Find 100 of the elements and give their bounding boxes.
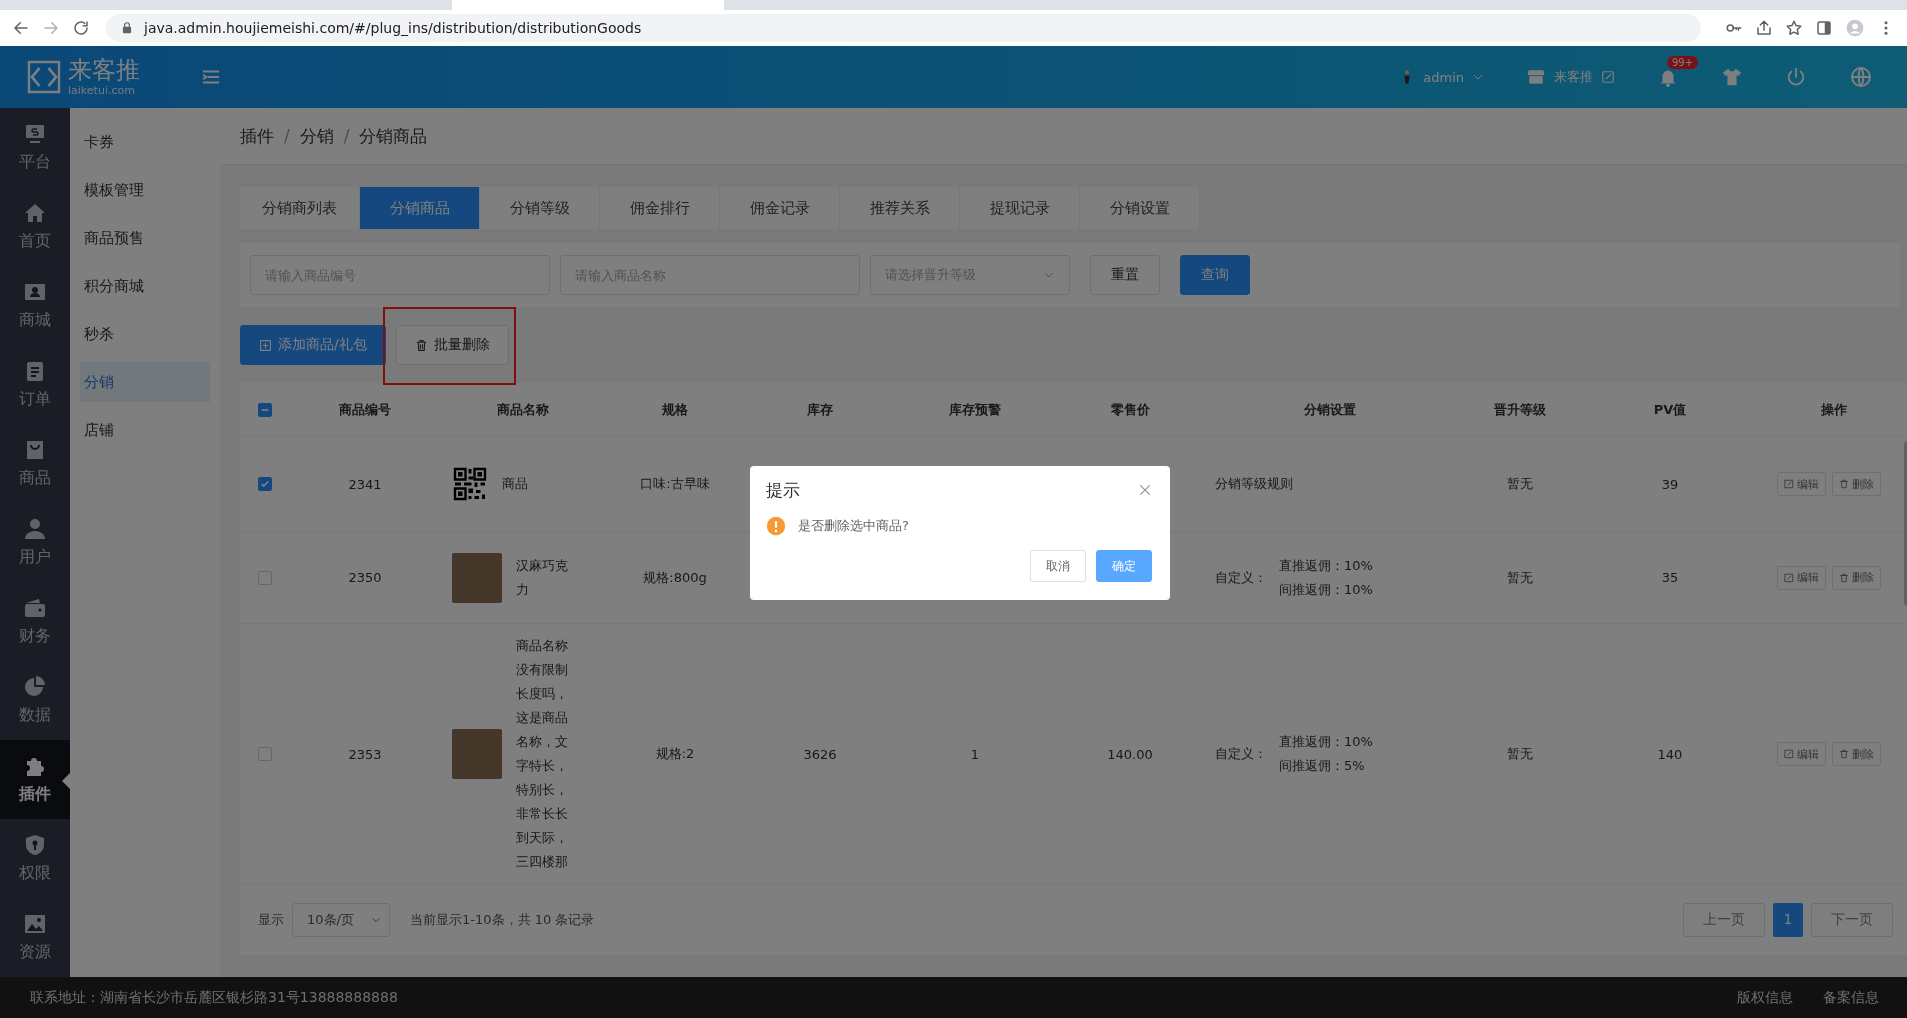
column-header: 分销设置 bbox=[1304, 400, 1356, 419]
table-cell: 2350 bbox=[348, 570, 382, 585]
table-cell: 规格:800g bbox=[643, 568, 707, 587]
column-header: 操作 bbox=[1821, 400, 1847, 419]
record-summary: 当前显示1-10条，共 10 条记录 bbox=[410, 910, 595, 929]
cancel-button[interactable]: 取消 bbox=[1030, 550, 1086, 582]
nav-item[interactable]: 商品 bbox=[0, 424, 70, 503]
table-cell: 3626 bbox=[803, 746, 837, 762]
star-icon[interactable] bbox=[1785, 19, 1803, 37]
close-icon[interactable] bbox=[1138, 483, 1152, 497]
back-icon[interactable] bbox=[12, 19, 30, 37]
nav-item[interactable]: 用户 bbox=[0, 503, 70, 582]
table-cell-text: 间推返佣：5% bbox=[1279, 757, 1366, 775]
globe-icon[interactable] bbox=[1849, 65, 1873, 89]
trash-icon bbox=[1839, 749, 1849, 759]
table-cell: 自定义： bbox=[1215, 745, 1267, 763]
table-cell: 口味:古早味 bbox=[640, 475, 710, 493]
checkbox[interactable] bbox=[258, 477, 272, 491]
lock-icon bbox=[120, 21, 134, 35]
wallet-icon bbox=[23, 596, 47, 620]
breadcrumb-item[interactable]: 插件 bbox=[240, 124, 274, 148]
checkbox[interactable] bbox=[258, 402, 272, 417]
delete-button[interactable]: 删除 bbox=[1832, 565, 1881, 590]
profile-icon[interactable] bbox=[1845, 18, 1865, 38]
reload-icon[interactable] bbox=[72, 19, 90, 37]
submenu-item[interactable]: 分销 bbox=[80, 362, 210, 402]
tab[interactable]: 推荐关系 bbox=[840, 187, 960, 229]
user-icon bbox=[23, 517, 47, 541]
table-cell: 35 bbox=[1661, 570, 1679, 585]
product-name: 商品名称没有限制长度吗，这是商品名称，文字特长，特别长，非常长长到天际，三四楼那 bbox=[516, 637, 569, 871]
column-header: 零售价 bbox=[1110, 400, 1150, 419]
edit-icon[interactable] bbox=[1601, 70, 1615, 84]
column-header: 规格 bbox=[662, 400, 688, 419]
confirm-button[interactable]: 确定 bbox=[1096, 550, 1152, 582]
home-icon bbox=[23, 201, 47, 225]
nav-item[interactable]: 商城 bbox=[0, 266, 70, 345]
breadcrumb-item[interactable]: 分销 bbox=[299, 124, 334, 148]
edit-button[interactable]: 编辑 bbox=[1777, 742, 1826, 766]
submenu-item[interactable]: 卡券 bbox=[80, 122, 210, 162]
table-cell: 规格:2 bbox=[655, 745, 695, 763]
footer-link[interactable]: 备案信息 bbox=[1823, 988, 1879, 1007]
nav-item[interactable]: 订单 bbox=[0, 345, 70, 424]
nav-item[interactable]: 平台 bbox=[0, 108, 70, 187]
submenu-item[interactable]: 店铺 bbox=[80, 410, 210, 450]
logo-icon bbox=[26, 59, 62, 95]
product-photo bbox=[452, 729, 502, 779]
tab[interactable]: 分销设置 bbox=[1080, 187, 1200, 229]
table-cell: 140.00 bbox=[1107, 746, 1153, 762]
checkbox[interactable] bbox=[258, 570, 272, 585]
table-cell: 自定义： bbox=[1215, 568, 1267, 587]
store-name[interactable]: 来客推 bbox=[1554, 68, 1593, 86]
tab[interactable]: 分销商品 bbox=[360, 187, 480, 229]
delete-button[interactable]: 删除 bbox=[1832, 742, 1881, 766]
address-bar[interactable]: java.admin.houjiemeishi.com/#/plug_ins/distribution/distributionGoods bbox=[106, 14, 1701, 42]
page-size-label: 显示 bbox=[258, 910, 284, 929]
column-header: 库存 bbox=[807, 400, 833, 419]
delete-button[interactable]: 删除 bbox=[1832, 472, 1881, 496]
edit-button[interactable]: 编辑 bbox=[1777, 565, 1826, 590]
footer-link[interactable]: 版权信息 bbox=[1737, 988, 1793, 1007]
tab[interactable]: 分销等级 bbox=[480, 187, 600, 229]
plus-box-icon bbox=[259, 338, 272, 352]
nav-item[interactable]: 插件 bbox=[0, 740, 70, 819]
power-icon[interactable] bbox=[1785, 66, 1807, 88]
shirt-icon[interactable] bbox=[1721, 66, 1743, 88]
table-cell: 140 bbox=[1657, 746, 1683, 762]
tab[interactable]: 提现记录 bbox=[960, 187, 1080, 229]
tab[interactable]: 分销商列表 bbox=[240, 187, 360, 229]
nav-item[interactable]: 首页 bbox=[0, 187, 70, 266]
tab[interactable]: 佣金记录 bbox=[720, 187, 840, 229]
submenu-item[interactable]: 模板管理 bbox=[80, 170, 210, 210]
nav-item[interactable]: 权限 bbox=[0, 819, 70, 898]
contact-address: 联系地址：湖南省长沙市岳麓区银杉路31号13888888888 bbox=[30, 988, 398, 1007]
page-number[interactable]: 1 bbox=[1773, 902, 1803, 937]
table-cell: 暂无 bbox=[1507, 475, 1533, 493]
submenu-item[interactable]: 秒杀 bbox=[80, 314, 210, 354]
user-name[interactable]: admin bbox=[1423, 69, 1464, 85]
nav-item[interactable]: 财务 bbox=[0, 582, 70, 661]
checkbox[interactable] bbox=[258, 747, 272, 761]
dialog-message: 是否删除选中商品? bbox=[798, 517, 909, 535]
batch-delete-button[interactable]: 批量删除 bbox=[395, 325, 509, 365]
warning-icon bbox=[766, 516, 786, 536]
tab[interactable]: 佣金排行 bbox=[600, 187, 720, 229]
share-icon[interactable] bbox=[1755, 19, 1773, 37]
trash-icon bbox=[1839, 479, 1849, 489]
shield-icon bbox=[23, 833, 47, 857]
page-size-select[interactable]: 10条/页 bbox=[292, 902, 390, 937]
product-name: 商品 bbox=[502, 475, 529, 493]
column-header: PV值 bbox=[1653, 400, 1687, 419]
forward-icon[interactable] bbox=[42, 19, 60, 37]
reset-button[interactable]: 重置 bbox=[1090, 255, 1160, 295]
trash-icon bbox=[414, 338, 428, 352]
nav-item[interactable]: 资源 bbox=[0, 898, 70, 977]
edit-button[interactable]: 编辑 bbox=[1777, 472, 1826, 496]
submenu-item[interactable]: 积分商城 bbox=[80, 266, 210, 306]
edit-icon bbox=[1784, 479, 1794, 489]
add-button[interactable]: 添加商品/礼包 bbox=[240, 325, 386, 365]
sidebar-icon[interactable] bbox=[1815, 19, 1833, 37]
nav-item[interactable]: 数据 bbox=[0, 661, 70, 740]
submenu-item[interactable]: 商品预售 bbox=[80, 218, 210, 258]
search-button[interactable]: 查询 bbox=[1180, 255, 1250, 295]
